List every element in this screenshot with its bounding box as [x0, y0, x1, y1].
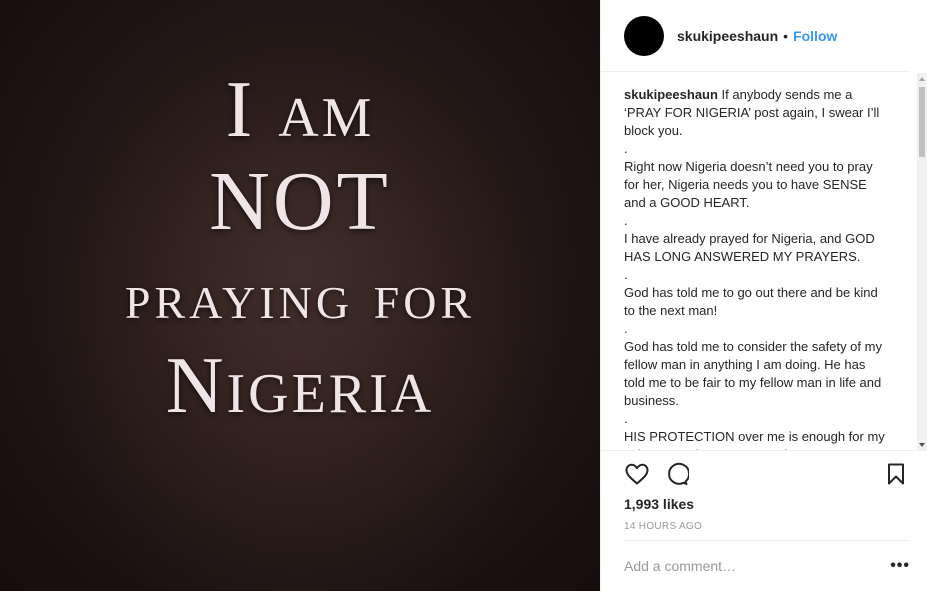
scroll-up-arrow-icon[interactable]: [919, 77, 925, 81]
follow-button[interactable]: Follow: [793, 28, 837, 44]
comment-input[interactable]: [624, 558, 891, 574]
header-username[interactable]: skukipeeshaun: [677, 28, 778, 44]
caption-text: If anybody sends me a ‘PRAY FOR NIGERIA’…: [624, 87, 885, 450]
save-button[interactable]: [883, 461, 909, 487]
header-separator: •: [783, 27, 789, 44]
more-options-icon[interactable]: •••: [890, 557, 910, 575]
image-text: I am NOT praying for Nigeria: [0, 60, 600, 426]
post-timestamp[interactable]: 14 HOURS AGO: [624, 521, 702, 532]
like-count[interactable]: 1,993 likes: [624, 496, 694, 512]
comment-button[interactable]: [664, 461, 690, 487]
comment-icon: [668, 462, 689, 485]
post-header: skukipeeshaun • Follow: [601, 0, 910, 72]
caption: skukipeeshaun If anybody sends me a ‘PRA…: [601, 73, 911, 450]
caption-paragraph: skukipeeshaun If anybody sends me a ‘PRA…: [624, 86, 887, 450]
action-bar: [624, 455, 909, 493]
image-text-line-3: praying for: [124, 260, 476, 333]
scrollbar-thumb[interactable]: [919, 87, 925, 157]
image-text-line-2: NOT: [209, 155, 391, 248]
heart-icon: [625, 463, 649, 485]
caption-username[interactable]: skukipeeshaun: [624, 87, 718, 102]
avatar[interactable]: [624, 15, 664, 56]
post-image[interactable]: I am NOT praying for Nigeria: [0, 0, 600, 591]
image-text-line-1: I am: [225, 66, 375, 154]
scroll-down-arrow-icon[interactable]: [919, 443, 925, 447]
post-container: I am NOT praying for Nigeria skukipeesha…: [0, 0, 927, 591]
post-sidebar: skukipeeshaun • Follow skukipeeshaun If …: [600, 0, 927, 591]
caption-scroll-area[interactable]: skukipeeshaun If anybody sends me a ‘PRA…: [601, 73, 927, 451]
caption-scrollbar[interactable]: [917, 73, 927, 451]
bookmark-icon: [888, 463, 904, 485]
image-text-line-4: Nigeria: [165, 342, 435, 430]
comment-bar: •••: [624, 540, 910, 591]
like-button[interactable]: [624, 461, 650, 487]
